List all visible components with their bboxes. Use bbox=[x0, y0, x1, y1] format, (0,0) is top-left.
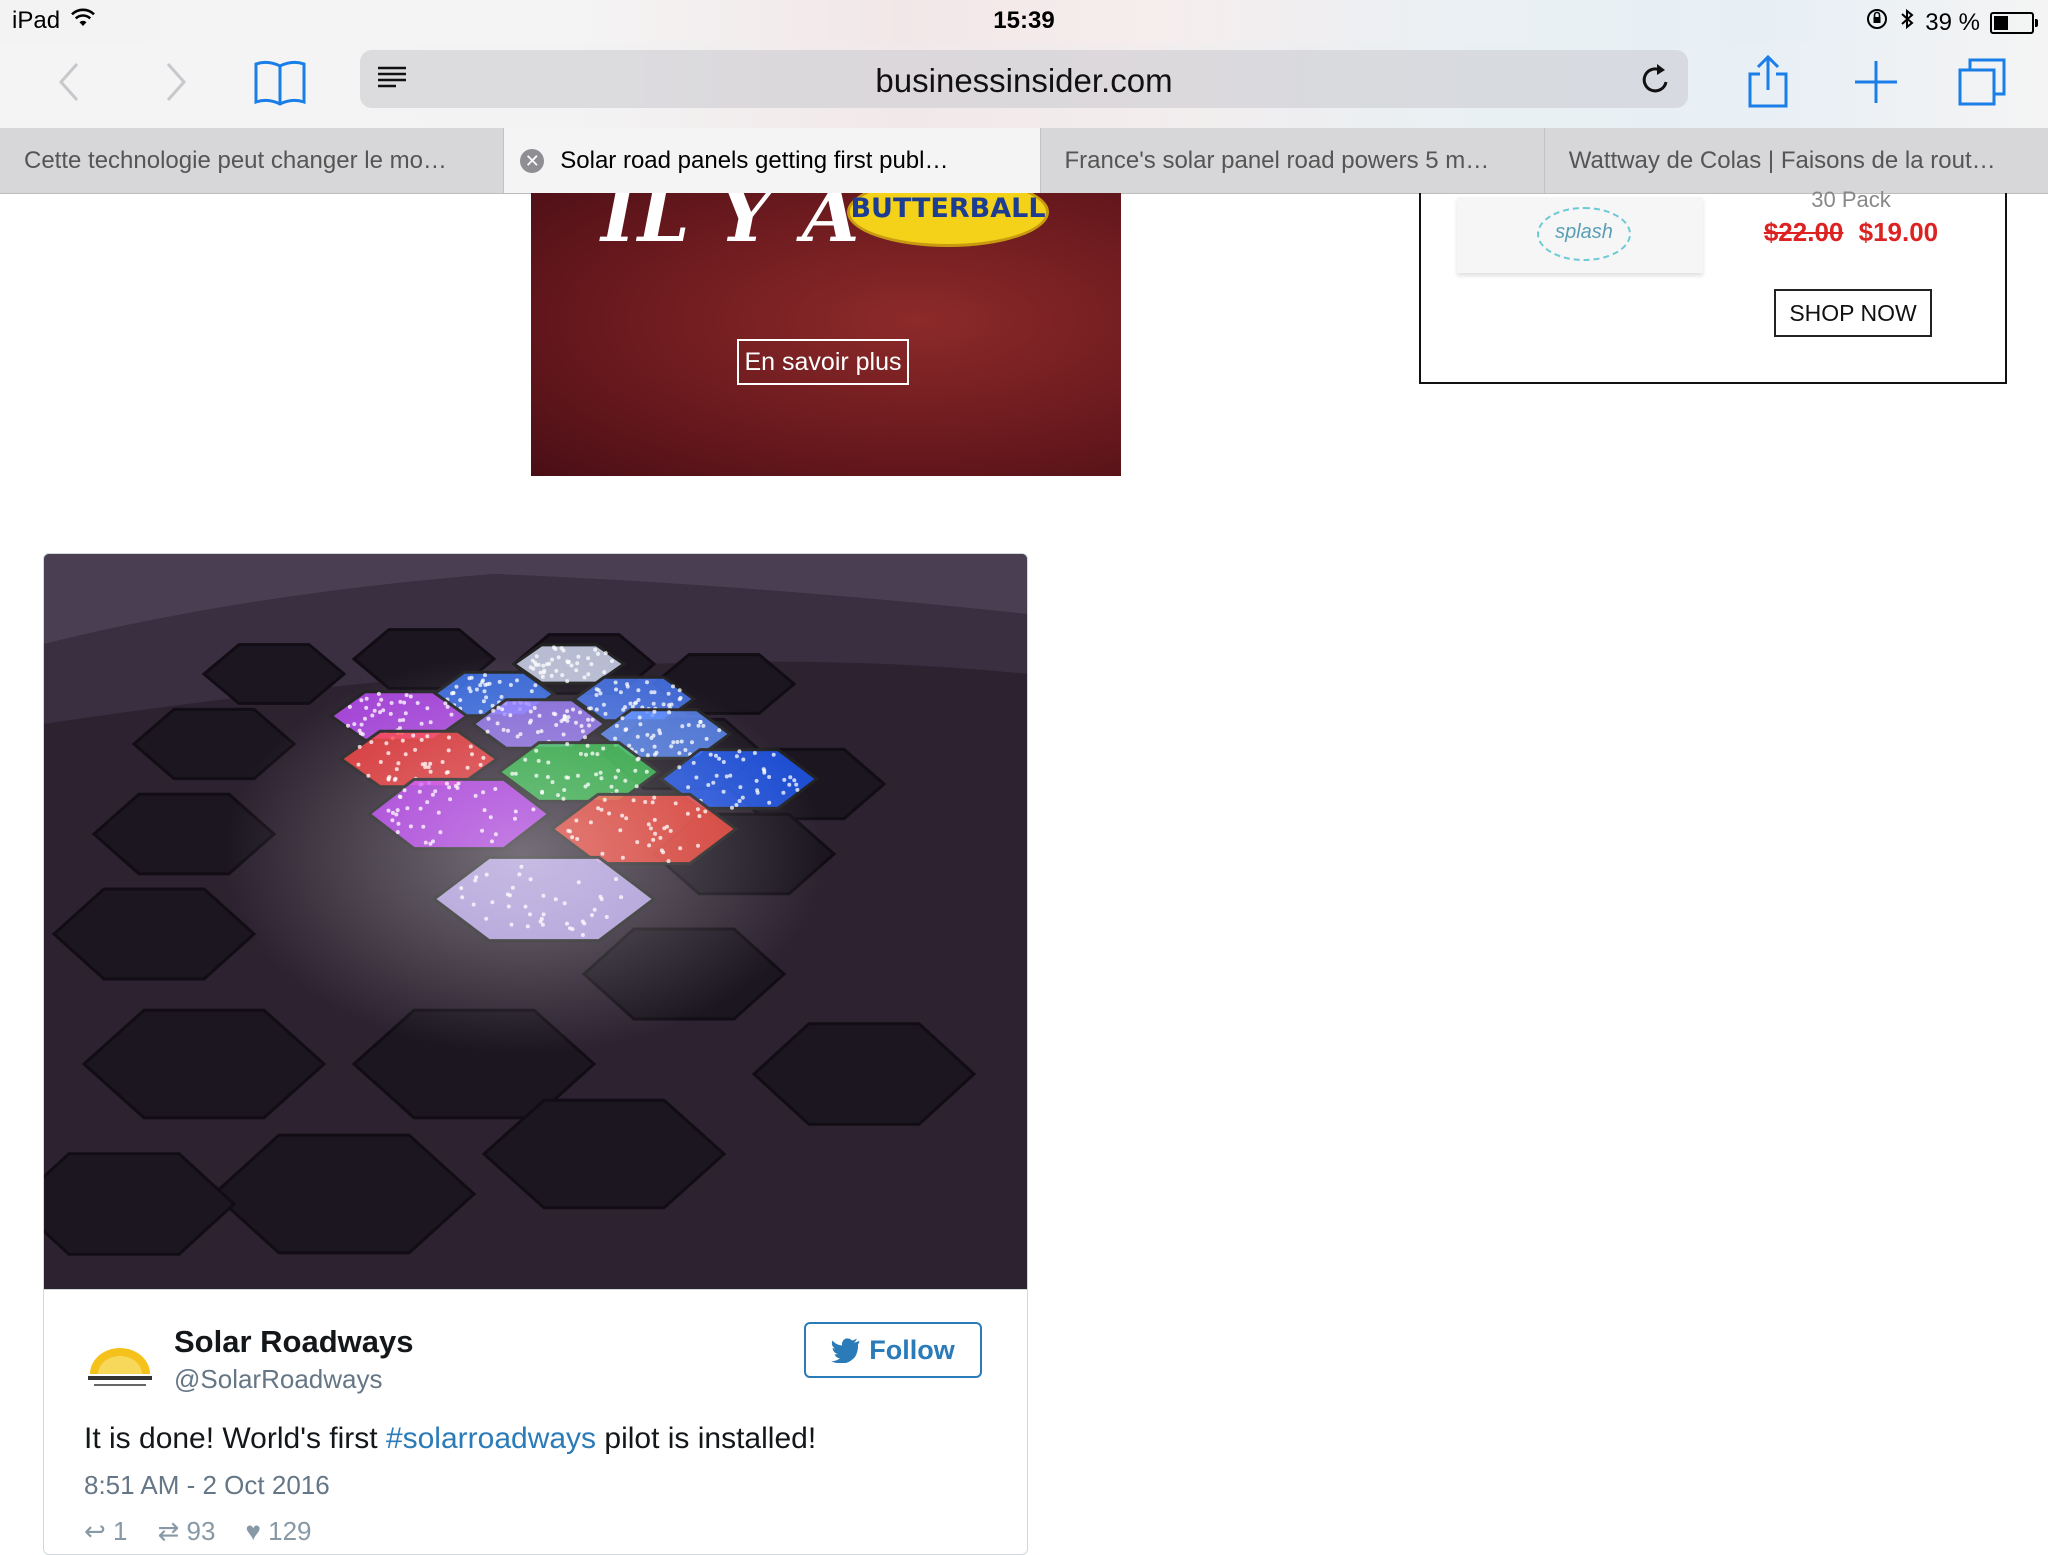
reply-icon: ↩ bbox=[84, 1516, 106, 1546]
tweet-text: It is done! World's first #solarroadways… bbox=[84, 1422, 816, 1456]
status-right: 39 % bbox=[1865, 7, 2034, 38]
share-icon bbox=[1745, 54, 1791, 110]
retweet-action[interactable]: ⇄ 93 bbox=[158, 1516, 216, 1547]
reply-count: 1 bbox=[113, 1516, 127, 1546]
embedded-tweet: Solar Roadways @SolarRoadways Follow It … bbox=[43, 553, 1028, 1555]
back-icon bbox=[55, 60, 85, 104]
battery-icon bbox=[1990, 12, 2034, 34]
tab-bar: Cette technologie peut changer le mo… ✕ … bbox=[0, 128, 2048, 194]
shop-now-button[interactable]: SHOP NOW bbox=[1774, 289, 1932, 337]
ad-learn-more-button[interactable]: En savoir plus bbox=[737, 339, 909, 385]
solar-roadways-logo-icon bbox=[84, 1340, 156, 1400]
reply-action[interactable]: ↩ 1 bbox=[84, 1516, 128, 1547]
retweet-icon: ⇄ bbox=[158, 1516, 180, 1546]
bookmarks-button[interactable] bbox=[250, 52, 310, 112]
follow-button[interactable]: Follow bbox=[804, 1322, 982, 1378]
status-time: 15:39 bbox=[0, 7, 2048, 35]
new-price: $19.00 bbox=[1859, 217, 1939, 247]
heart-icon: ♥ bbox=[245, 1516, 260, 1546]
like-count: 129 bbox=[268, 1516, 311, 1546]
close-tab-icon[interactable]: ✕ bbox=[520, 149, 544, 173]
tweet-timestamp[interactable]: 8:51 AM - 2 Oct 2016 bbox=[84, 1470, 330, 1501]
hashtag-link[interactable]: #solarroadways bbox=[386, 1422, 596, 1455]
safari-toolbar: businessinsider.com bbox=[0, 42, 2048, 128]
tweet-author-name[interactable]: Solar Roadways bbox=[174, 1324, 413, 1360]
tab-title: Solar road panels getting first publ… bbox=[560, 147, 948, 174]
reload-button[interactable] bbox=[1640, 62, 1672, 101]
forward-icon bbox=[160, 60, 190, 104]
ad-headline: IL Y A bbox=[601, 193, 861, 259]
rotation-lock-icon bbox=[1865, 7, 1889, 38]
product-image: splash bbox=[1457, 197, 1703, 273]
forward-button[interactable] bbox=[145, 52, 205, 112]
tab-cette-technologie[interactable]: Cette technologie peut changer le mo… bbox=[0, 128, 504, 193]
twitter-bird-icon bbox=[831, 1337, 861, 1363]
url-text: businessinsider.com bbox=[360, 62, 1688, 100]
led-dot bbox=[562, 649, 566, 653]
product-prices: $22.00 $19.00 bbox=[1721, 217, 1981, 248]
tab-solar-road-panels[interactable]: ✕ Solar road panels getting first publ… bbox=[504, 128, 1040, 193]
led-dot bbox=[610, 659, 614, 663]
butterball-logo: BUTTERBALL bbox=[847, 193, 1049, 247]
battery-percent: 39 % bbox=[1925, 9, 1980, 37]
new-tab-icon bbox=[1852, 58, 1900, 106]
butterball-ad[interactable]: IL Y A BUTTERBALL En savoir plus bbox=[531, 193, 1121, 476]
like-action[interactable]: ♥ 129 bbox=[245, 1516, 311, 1547]
tab-wattway-de-colas[interactable]: Wattway de Colas | Faisons de la rout… bbox=[1545, 128, 2048, 193]
bookmarks-icon bbox=[252, 58, 308, 106]
tab-france-solar-road[interactable]: France's solar panel road powers 5 m… bbox=[1041, 128, 1545, 193]
led-dot bbox=[596, 652, 600, 656]
share-button[interactable] bbox=[1738, 52, 1798, 112]
address-bar[interactable]: businessinsider.com bbox=[360, 50, 1688, 108]
led-dot bbox=[552, 645, 556, 649]
old-price: $22.00 bbox=[1764, 217, 1844, 247]
tweet-actions: ↩ 1 ⇄ 93 ♥ 129 bbox=[84, 1516, 312, 1547]
tweet-photo[interactable] bbox=[44, 554, 1027, 1290]
splash-ad[interactable]: splash 30 Pack $22.00 $19.00 SHOP NOW bbox=[1419, 193, 2007, 384]
retweet-count: 93 bbox=[187, 1516, 216, 1546]
tweet-text-end: pilot is installed! bbox=[596, 1422, 816, 1455]
reload-icon bbox=[1640, 62, 1672, 96]
tabs-icon bbox=[1956, 56, 2008, 108]
tweet-author-handle[interactable]: @SolarRoadways bbox=[174, 1364, 382, 1395]
tweet-body: Solar Roadways @SolarRoadways Follow It … bbox=[44, 1290, 1027, 1554]
solar-panels-image bbox=[44, 554, 1027, 1289]
follow-label: Follow bbox=[869, 1324, 954, 1376]
bluetooth-icon bbox=[1899, 7, 1915, 38]
avatar[interactable] bbox=[84, 1340, 156, 1400]
tabs-overview-button[interactable] bbox=[1952, 52, 2012, 112]
tweet-text-start: It is done! World's first bbox=[84, 1422, 386, 1455]
battery-fill bbox=[1994, 16, 2008, 30]
led-dot bbox=[604, 651, 608, 655]
new-tab-button[interactable] bbox=[1846, 52, 1906, 112]
splash-logo: splash bbox=[1537, 207, 1631, 261]
back-button[interactable] bbox=[40, 52, 100, 112]
product-pack-size: 30 Pack bbox=[1721, 187, 1981, 213]
status-bar: iPad 15:39 39 % bbox=[0, 0, 2048, 42]
led-dot bbox=[593, 648, 597, 652]
